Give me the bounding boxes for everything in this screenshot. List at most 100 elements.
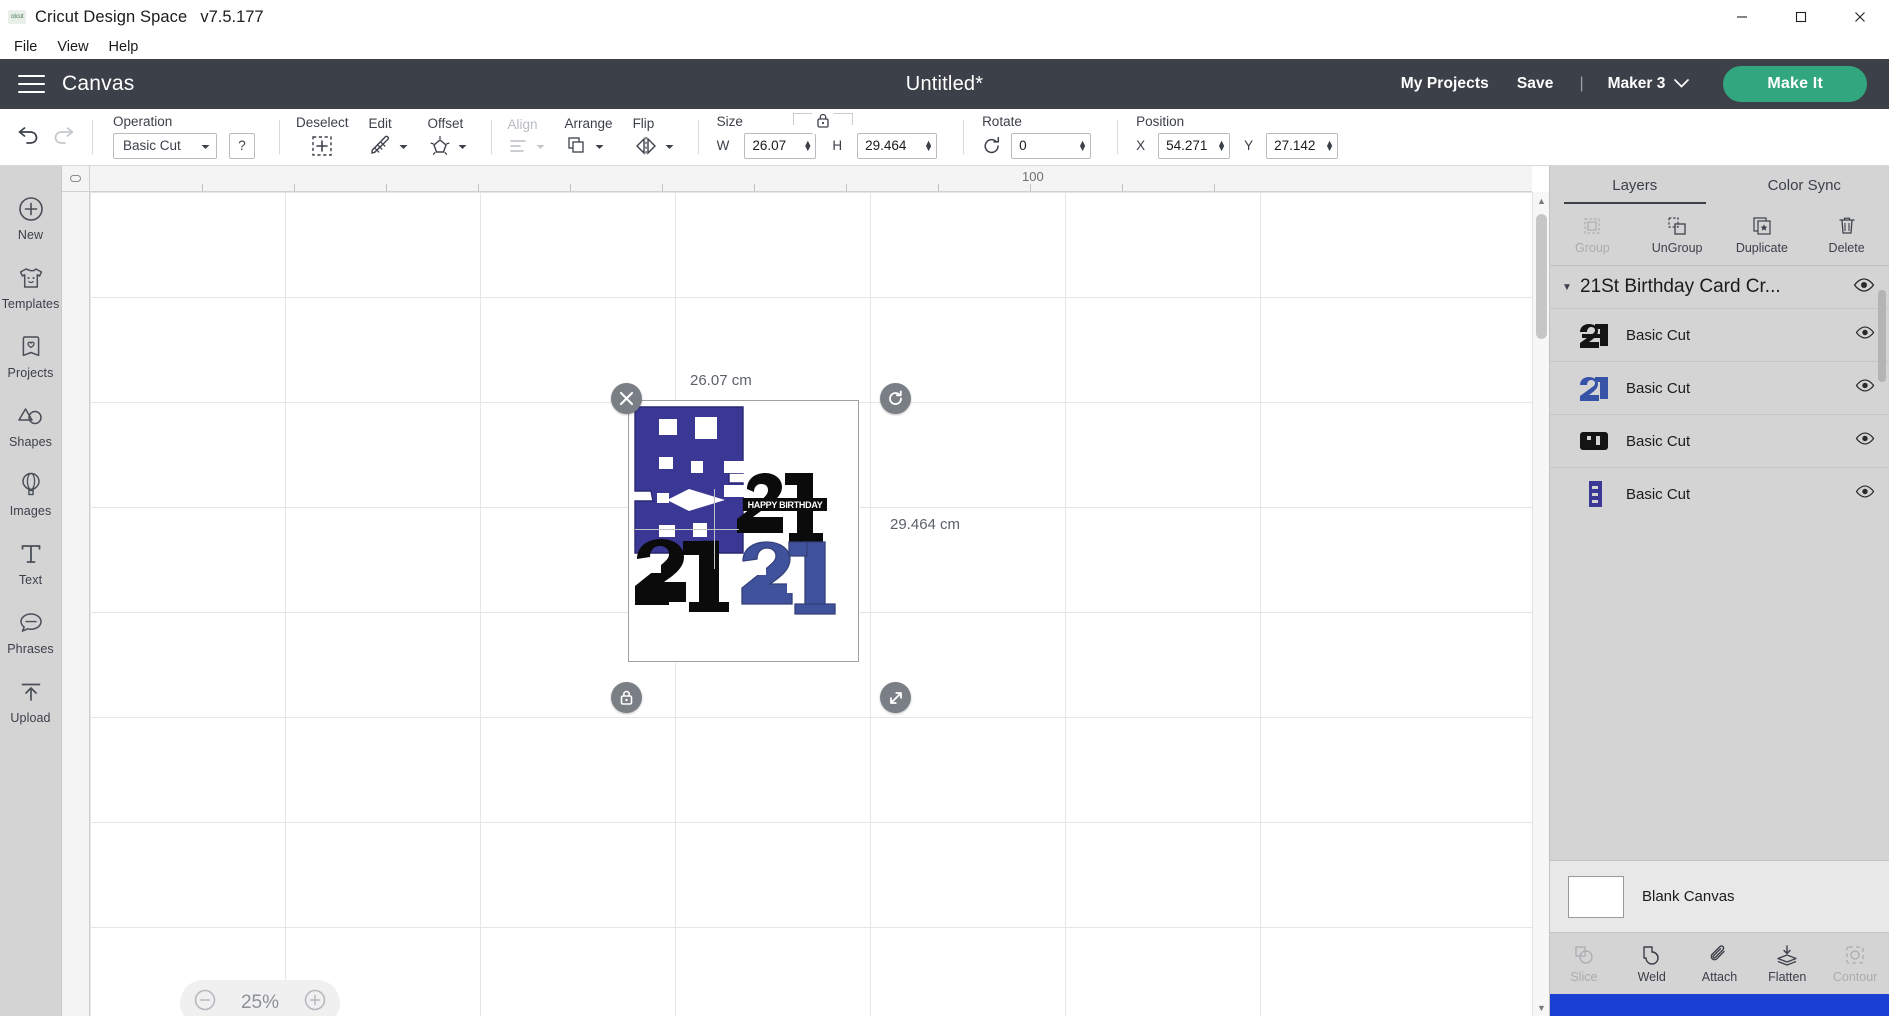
eye-icon[interactable] — [1855, 326, 1875, 344]
close-button[interactable] — [1830, 0, 1889, 34]
size-height-input[interactable]: 29.464 ▲ ▼ — [857, 132, 938, 159]
layer-row[interactable]: Basic Cut — [1550, 414, 1889, 467]
layer-row[interactable]: Basic Cut — [1550, 467, 1889, 520]
align-icon[interactable] — [508, 136, 530, 156]
my-projects-button[interactable]: My Projects — [1387, 69, 1503, 99]
position-group: Position X 54.271 ▲ ▼ Y 27.142 ▲ ▼ — [1118, 109, 1348, 165]
flip-caret-icon[interactable] — [665, 137, 674, 155]
flatten-button[interactable]: Flatten — [1753, 944, 1821, 984]
group-button[interactable]: Group — [1550, 215, 1635, 255]
position-x-input[interactable]: 54.271 ▲ ▼ — [1158, 132, 1231, 159]
layer-row[interactable]: Basic Cut — [1550, 361, 1889, 414]
layer-group-row[interactable]: ▼ 21St Birthday Card Cr... — [1550, 266, 1889, 308]
canvas-grid[interactable]: HAPPY BIRTHDAY 26.07 cm 29.464 cm — [90, 192, 1532, 1016]
layers-list[interactable]: ▼ 21St Birthday Card Cr... Basic Cut Bas… — [1550, 266, 1889, 860]
upload-arrow-icon — [18, 678, 44, 706]
attach-button[interactable]: Attach — [1686, 944, 1754, 984]
lock-icon[interactable] — [812, 112, 834, 134]
minimize-button[interactable] — [1712, 0, 1771, 34]
size-w-label: W — [716, 138, 730, 154]
zoom-in-button[interactable] — [304, 989, 326, 1016]
eye-icon[interactable] — [1853, 277, 1875, 297]
scroll-down-arrow-icon[interactable]: ▼ — [1533, 999, 1549, 1016]
delete-button[interactable]: Delete — [1804, 215, 1889, 255]
edit-pencil-icon[interactable] — [369, 135, 393, 157]
selection-resize-handle[interactable] — [880, 682, 911, 713]
layers-scroll-thumb[interactable] — [1878, 290, 1886, 382]
edit-toolbar: Operation Basic Cut ? Deselect Edit Offs… — [0, 109, 1889, 166]
slice-button[interactable]: Slice — [1550, 944, 1618, 984]
tab-color-sync[interactable]: Color Sync — [1720, 166, 1889, 204]
layers-scrollbar[interactable] — [1875, 266, 1889, 860]
selection-lock-handle[interactable] — [611, 682, 642, 713]
weld-button[interactable]: Weld — [1618, 944, 1686, 984]
flatten-icon — [1775, 944, 1799, 966]
sidebar-item-shapes[interactable]: Shapes — [0, 391, 62, 460]
arrange-icon[interactable] — [565, 135, 589, 157]
selection-rotate-handle[interactable] — [880, 383, 911, 414]
sidebar-item-phrases[interactable]: Phrases — [0, 598, 62, 667]
sidebar-item-new[interactable]: New — [0, 184, 62, 253]
canvas-item-row[interactable]: Blank Canvas — [1550, 860, 1889, 932]
canvas-color-swatch[interactable] — [1568, 875, 1624, 918]
eye-icon[interactable] — [1855, 379, 1875, 397]
canvas-vertical-scrollbar[interactable]: ▲ ▼ — [1532, 192, 1549, 1016]
ruler-origin-toggle[interactable] — [62, 166, 90, 192]
size-width-value: 26.07 — [752, 138, 787, 154]
eye-icon[interactable] — [1855, 485, 1875, 503]
header-canvas-label: Canvas — [62, 72, 135, 95]
flip-icon[interactable] — [633, 135, 659, 157]
size-width-stepper[interactable]: ▲ ▼ — [803, 138, 812, 152]
menu-file[interactable]: File — [4, 37, 47, 57]
menu-view[interactable]: View — [47, 37, 98, 57]
canvas-area[interactable]: 100 HAPPY BIRTHDAY 26.07 cm 29.464 cm ▲ … — [62, 166, 1549, 1016]
redo-icon[interactable] — [52, 126, 78, 148]
layer-thumbnail — [1578, 320, 1612, 350]
sidebar-item-projects[interactable]: Projects — [0, 322, 62, 391]
rotate-icon[interactable] — [982, 136, 1002, 156]
position-x-stepper[interactable]: ▲ ▼ — [1217, 138, 1226, 152]
size-height-stepper[interactable]: ▲ ▼ — [924, 138, 933, 152]
edit-caret-icon[interactable] — [399, 137, 408, 155]
align-caret-icon[interactable] — [536, 137, 545, 155]
sidebar-label: Images — [9, 504, 52, 518]
contour-label: Contour — [1832, 969, 1878, 984]
duplicate-button[interactable]: Duplicate — [1720, 215, 1805, 255]
chevron-down-icon[interactable]: ▼ — [1560, 282, 1574, 293]
zoom-control[interactable]: 25% — [180, 980, 340, 1016]
operation-help-button[interactable]: ? — [229, 132, 255, 159]
size-width-input[interactable]: 26.07 ▲ ▼ — [744, 132, 817, 159]
position-y-stepper[interactable]: ▲ ▼ — [1325, 138, 1334, 152]
maximize-button[interactable] — [1771, 0, 1830, 34]
ungroup-button[interactable]: UnGroup — [1635, 215, 1720, 255]
save-button[interactable]: Save — [1503, 69, 1568, 99]
rotate-input[interactable]: 0 ▲ ▼ — [1011, 132, 1092, 159]
sidebar-item-templates[interactable]: Templates — [0, 253, 62, 322]
layer-row[interactable]: Basic Cut — [1550, 308, 1889, 361]
sidebar-item-upload[interactable]: Upload — [0, 667, 62, 736]
menu-help[interactable]: Help — [99, 37, 149, 57]
canvas-scroll-thumb[interactable] — [1536, 214, 1547, 339]
offset-icon[interactable] — [428, 135, 452, 157]
rotate-stepper[interactable]: ▲ ▼ — [1078, 138, 1087, 152]
eye-icon[interactable] — [1855, 432, 1875, 450]
sidebar-label: Shapes — [9, 435, 52, 449]
contour-button[interactable]: Contour — [1821, 944, 1889, 984]
arrange-caret-icon[interactable] — [595, 137, 604, 155]
undo-icon[interactable] — [14, 126, 40, 148]
hamburger-icon[interactable] — [0, 69, 62, 99]
zoom-out-button[interactable] — [194, 989, 216, 1016]
operation-select[interactable]: Basic Cut — [113, 132, 217, 159]
machine-selector[interactable]: Maker 3 — [1596, 69, 1702, 99]
deselect-icon[interactable] — [310, 134, 334, 158]
scroll-up-arrow-icon[interactable]: ▲ — [1533, 192, 1549, 209]
tab-layers[interactable]: Layers — [1550, 166, 1720, 204]
selection-bounding-box[interactable]: HAPPY BIRTHDAY — [628, 400, 859, 662]
offset-caret-icon[interactable] — [458, 137, 467, 155]
position-y-input[interactable]: 27.142 ▲ ▼ — [1266, 132, 1339, 159]
sidebar-item-images[interactable]: Images — [0, 460, 62, 529]
ungroup-icon — [1666, 215, 1688, 237]
make-it-button[interactable]: Make It — [1723, 66, 1867, 102]
sidebar-item-text[interactable]: Text — [0, 529, 62, 598]
selection-delete-handle[interactable] — [611, 383, 642, 414]
